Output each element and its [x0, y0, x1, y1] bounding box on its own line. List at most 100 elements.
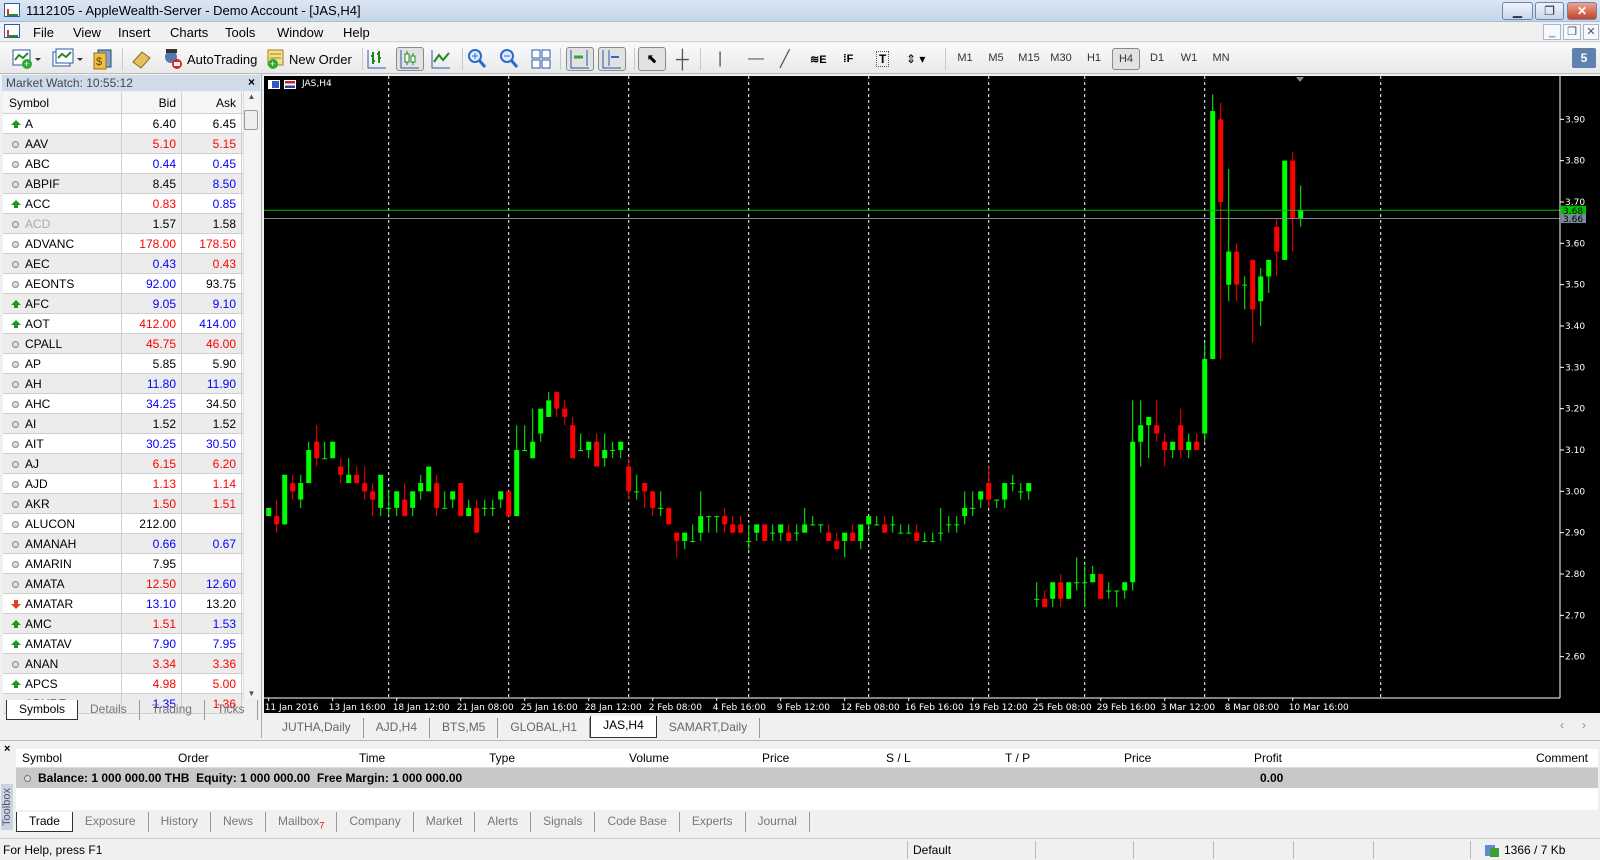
market-watch-row[interactable]: AEONTS 92.00 93.75 [3, 274, 243, 294]
mdi-restore-button[interactable]: ❐ [1563, 24, 1581, 40]
notifications-badge[interactable]: 5 [1572, 48, 1596, 68]
column-current-price[interactable]: Price [1124, 751, 1151, 765]
market-watch-toggle-button[interactable]: $ [92, 47, 114, 71]
crosshair-button[interactable]: ┼ [676, 47, 689, 71]
market-watch-scrollbar[interactable]: ▲ ▼ [243, 92, 259, 698]
restore-button[interactable]: ❐ [1535, 2, 1564, 20]
chart-tab[interactable]: BTS,M5 [430, 718, 499, 738]
new-order-button[interactable]: + New Order [266, 47, 352, 71]
menu-charts[interactable]: Charts [170, 25, 208, 40]
market-watch-row[interactable]: CPALL 45.75 46.00 [3, 334, 243, 354]
terminal-tab-exposure[interactable]: Exposure [73, 812, 149, 832]
zoom-out-button[interactable] [498, 47, 520, 71]
bar-chart-button[interactable] [366, 47, 388, 71]
mdi-close-button[interactable]: ✕ [1583, 24, 1599, 40]
autoscroll-button[interactable] [566, 47, 594, 71]
market-watch-row[interactable]: AMATA 12.50 12.60 [3, 574, 243, 594]
column-tp[interactable]: T / P [1005, 751, 1030, 765]
market-watch-row[interactable]: AJD 1.13 1.14 [3, 474, 243, 494]
market-watch-row[interactable]: AP 5.85 5.90 [3, 354, 243, 374]
timeframe-d1[interactable]: D1 [1143, 48, 1171, 70]
terminal-tab-signals[interactable]: Signals [531, 812, 596, 832]
tab-details[interactable]: Details [78, 700, 140, 720]
terminal-tab-history[interactable]: History [149, 812, 211, 832]
terminal-tab-company[interactable]: Company [337, 812, 414, 832]
chart-shift-button[interactable] [598, 47, 626, 71]
market-watch-row[interactable]: ACD 1.57 1.58 [3, 214, 243, 234]
timeframe-h4[interactable]: H4 [1112, 48, 1140, 70]
trendline-button[interactable]: ╱ [780, 47, 790, 71]
timeframe-m1[interactable]: M1 [951, 48, 979, 70]
zoom-in-button[interactable] [466, 47, 488, 71]
metaeditor-button[interactable] [130, 47, 152, 71]
market-watch-row[interactable]: AMANAH 0.66 0.67 [3, 534, 243, 554]
timeframe-mn[interactable]: MN [1207, 48, 1235, 70]
scrollbar-thumb[interactable] [244, 110, 258, 130]
menu-file[interactable]: File [33, 25, 54, 40]
column-profit[interactable]: Profit [1254, 751, 1282, 765]
minimize-button[interactable]: ▁ [1502, 2, 1533, 20]
column-symbol[interactable]: Symbol [22, 751, 62, 765]
market-watch-row[interactable]: ALUCON 212.00 [3, 514, 243, 534]
status-traffic[interactable]: 1366 / 7 Kb [1504, 843, 1565, 857]
vertical-line-button[interactable]: | [718, 47, 722, 71]
profiles-button[interactable] [52, 47, 84, 71]
arrows-button[interactable]: ⇕ ▾ [906, 47, 925, 71]
terminal-close-icon[interactable]: × [4, 743, 10, 755]
market-watch-row[interactable]: ABPIF 8.45 8.50 [3, 174, 243, 194]
line-chart-button[interactable] [430, 47, 452, 71]
candlestick-chart-button[interactable] [396, 47, 424, 71]
market-watch-row[interactable]: AIT 30.25 30.50 [3, 434, 243, 454]
market-watch-row[interactable]: APCS 4.98 5.00 [3, 674, 243, 694]
price-chart[interactable]: 3.903.803.703.603.503.403.303.203.103.00… [264, 76, 1600, 713]
column-price[interactable]: Price [762, 751, 789, 765]
timeframe-w1[interactable]: W1 [1175, 48, 1203, 70]
chart-tab[interactable]: SAMART,Daily [657, 718, 761, 738]
column-header-symbol[interactable]: Symbol [3, 92, 122, 113]
market-watch-row[interactable]: AH 11.80 11.90 [3, 374, 243, 394]
market-watch-row[interactable]: ANAN 3.34 3.36 [3, 654, 243, 674]
chart-tab[interactable]: AJD,H4 [364, 718, 431, 738]
market-watch-row[interactable]: AMC 1.51 1.53 [3, 614, 243, 634]
terminal-tab-alerts[interactable]: Alerts [475, 812, 532, 832]
terminal-tab-trade[interactable]: Trade [16, 812, 73, 832]
column-comment[interactable]: Comment [1536, 751, 1588, 765]
terminal-tab-code-base[interactable]: Code Base [595, 812, 680, 832]
column-header-bid[interactable]: Bid [122, 92, 182, 113]
market-watch-row[interactable]: ACC 0.83 0.85 [3, 194, 243, 214]
market-watch-row[interactable]: AAV 5.10 5.15 [3, 134, 243, 154]
market-watch-row[interactable]: AI 1.52 1.52 [3, 414, 243, 434]
market-watch-row[interactable]: AHC 34.25 34.50 [3, 394, 243, 414]
column-order[interactable]: Order [178, 751, 209, 765]
terminal-tab-journal[interactable]: Journal [746, 812, 810, 832]
autotrading-button[interactable]: AutoTrading [162, 47, 257, 71]
mdi-minimize-button[interactable]: _ [1543, 24, 1561, 40]
market-watch-row[interactable]: AMATAR 13.10 13.20 [3, 594, 243, 614]
menu-tools[interactable]: Tools [225, 25, 255, 40]
chart-tab[interactable]: GLOBAL,H1 [498, 718, 591, 738]
chart-window[interactable]: 3.90 3.80 3.70 3.60 3.50 3.40 3.30 3.20 3.10 3.00… [264, 76, 1600, 713]
tabs-scroll-right-icon[interactable]: › [1582, 718, 1586, 732]
market-watch-row[interactable]: AFC 9.05 9.10 [3, 294, 243, 314]
market-watch-row[interactable]: A 6.40 6.45 [3, 114, 243, 134]
market-watch-row[interactable]: AMARIN 7.95 [3, 554, 243, 574]
menu-insert[interactable]: Insert [118, 25, 151, 40]
market-watch-row[interactable]: AEC 0.43 0.43 [3, 254, 243, 274]
menu-help[interactable]: Help [343, 25, 370, 40]
menu-view[interactable]: View [73, 25, 101, 40]
chart-tab[interactable]: JAS,H4 [590, 716, 657, 738]
terminal-tab-experts[interactable]: Experts [680, 812, 746, 832]
close-button[interactable]: ✕ [1567, 2, 1597, 20]
cursor-button[interactable]: ⬉ [638, 47, 666, 71]
balance-row[interactable]: Balance: 1 000 000.00 THB Equity: 1 000 … [16, 768, 1598, 788]
fibonacci-button[interactable]: ⁞F [843, 47, 853, 71]
chart-shift-marker[interactable] [1296, 77, 1304, 82]
tabs-scroll-left-icon[interactable]: ‹ [1560, 718, 1564, 732]
timeframe-m30[interactable]: M30 [1047, 48, 1075, 70]
menu-window[interactable]: Window [277, 25, 323, 40]
tab-ticks[interactable]: Ticks [205, 700, 258, 720]
column-volume[interactable]: Volume [629, 751, 669, 765]
horizontal-line-button[interactable]: — [748, 47, 764, 71]
equidistant-channel-button[interactable]: ≋E [810, 47, 827, 71]
chart-tab[interactable]: JUTHA,Daily [270, 718, 364, 738]
